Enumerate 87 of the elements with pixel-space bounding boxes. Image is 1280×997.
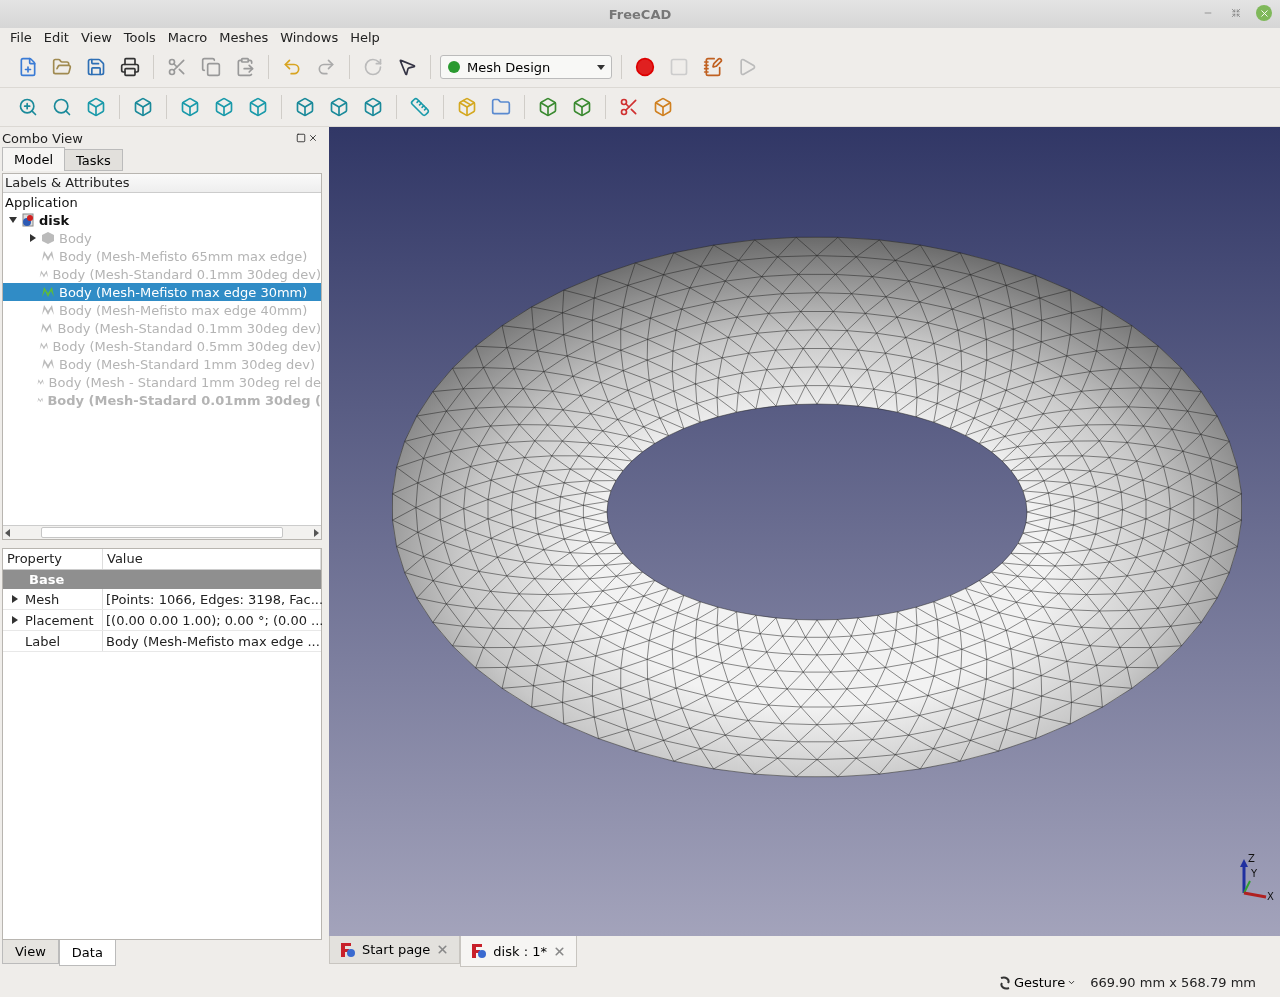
rear-cube-icon — [295, 97, 315, 117]
menu-item[interactable]: View — [74, 28, 118, 47]
document-icon — [21, 213, 35, 227]
undo-icon — [282, 57, 302, 77]
document-tab[interactable]: disk : 1* — [460, 936, 577, 967]
new-file-icon — [18, 57, 38, 77]
notepad-icon — [703, 57, 723, 77]
scroll-right-icon[interactable] — [314, 528, 319, 537]
refresh-icon — [363, 57, 383, 77]
3d-viewport[interactable]: Z Y X — [329, 127, 1280, 936]
ruler-icon — [410, 97, 430, 117]
menu-item[interactable]: File — [4, 28, 38, 47]
column-header: Labels & Attributes — [3, 174, 321, 193]
column-header: Property — [3, 549, 103, 569]
workbench-dropdown[interactable]: Mesh Design — [440, 55, 612, 79]
document-tab[interactable]: Start page — [329, 936, 461, 964]
fit-all-icon — [18, 97, 38, 117]
mesh-icon — [41, 285, 55, 299]
menu-item[interactable]: Tools — [117, 28, 162, 47]
group-header: Base — [3, 570, 321, 589]
property-value: Body (Mesh-Mefisto max edge ... — [105, 633, 321, 649]
save-icon — [86, 57, 106, 77]
axis-triad-drawing: Z Y X — [1236, 853, 1276, 903]
part-icon — [41, 231, 55, 245]
property-value: [Points: 1066, Edges: 3198, Fac... — [105, 591, 324, 607]
top-cube-icon — [214, 97, 234, 117]
caret-icon — [597, 64, 605, 70]
menu-item[interactable]: Meshes — [213, 28, 275, 47]
fit-selection-icon — [52, 97, 72, 117]
close-button[interactable] — [1256, 5, 1272, 21]
mouse-icon — [997, 975, 1012, 990]
column-header: Value — [103, 549, 321, 569]
stop-icon — [669, 57, 689, 77]
cube-icon — [86, 97, 106, 117]
navigation-style-button[interactable]: Gesture — [997, 975, 1077, 990]
scissors-icon — [167, 57, 187, 77]
package-icon — [457, 97, 477, 117]
menu-item[interactable]: Edit — [37, 28, 75, 47]
bottom-cube-icon — [329, 97, 349, 117]
play-icon — [737, 57, 757, 77]
mesh-icon — [41, 357, 55, 371]
close-icon[interactable] — [308, 133, 318, 143]
caret-icon — [1067, 978, 1077, 987]
mesh-icon — [40, 321, 54, 335]
restore-icon — [1231, 8, 1241, 18]
horizontal-scrollbar[interactable] — [3, 525, 321, 539]
sphere-icon — [447, 60, 461, 74]
scroll-left-icon[interactable] — [5, 528, 10, 537]
float-icon[interactable] — [296, 133, 306, 143]
copy-icon — [201, 57, 221, 77]
expanded-arrow-icon[interactable] — [9, 216, 17, 224]
app-logo-icon — [340, 941, 356, 958]
isometric-cube-icon — [133, 97, 153, 117]
window-title: FreeCAD — [608, 6, 672, 22]
front-cube-icon — [180, 97, 200, 117]
panel-tab[interactable]: Data — [58, 940, 116, 966]
menu-item[interactable]: Macro — [161, 28, 214, 47]
folder-icon — [491, 97, 511, 117]
paste-icon — [235, 57, 255, 77]
menu-item[interactable]: Help — [344, 28, 386, 47]
property-name[interactable]: Label — [3, 631, 103, 651]
property-name[interactable]: Placement — [3, 610, 103, 630]
collapsed-arrow-icon[interactable] — [11, 616, 19, 624]
collapsed-arrow-icon[interactable] — [11, 595, 19, 603]
right-cube-icon — [248, 97, 268, 117]
panel-title: Combo View — [2, 130, 83, 146]
record-icon — [635, 57, 655, 77]
tree-item[interactable]: Application — [3, 193, 321, 211]
panel-tab[interactable]: View — [2, 940, 59, 964]
mesh-icon — [41, 249, 55, 263]
redo-icon — [316, 57, 336, 77]
property-value: [(0.00 0.00 1.00); 0.00 °; (0.00 ... — [105, 612, 324, 628]
printer-icon — [120, 57, 140, 77]
panel-tab[interactable]: Tasks — [64, 149, 123, 171]
mesh-icon — [41, 303, 55, 317]
tree-item[interactable]: disk — [3, 211, 321, 229]
app-logo-icon — [471, 943, 488, 959]
pointer-icon — [397, 57, 417, 77]
close-icon — [1258, 7, 1270, 19]
menu-item[interactable]: Windows — [274, 28, 345, 47]
panel-tab[interactable]: Model — [2, 147, 66, 171]
collapsed-arrow-icon[interactable] — [29, 234, 37, 242]
tree-item[interactable]: Body (Mesh-Mefisto max edge 30mm) — [3, 283, 321, 301]
open-folder-icon — [52, 57, 72, 77]
property-name[interactable]: Mesh — [3, 589, 103, 609]
dimensions-readout: 669.90 mm x 568.79 mm — [1090, 975, 1256, 990]
left-cube-icon — [363, 97, 383, 117]
